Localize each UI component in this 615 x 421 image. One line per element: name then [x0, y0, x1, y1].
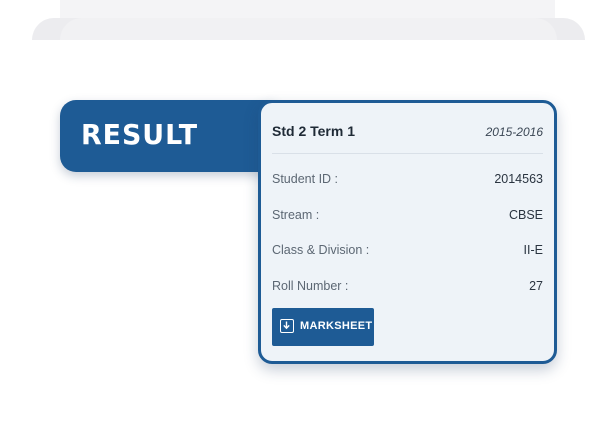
- row-label: Student ID :: [272, 172, 339, 186]
- row-value: CBSE: [508, 208, 543, 222]
- card-header: Std 2 Term 1 2015-2016: [272, 117, 543, 154]
- info-row-roll-number: Roll Number : 27: [272, 279, 543, 299]
- marksheet-button-label: MARKSHEET: [300, 320, 373, 332]
- marksheet-download-button[interactable]: MARKSHEET: [272, 308, 374, 346]
- row-label: Roll Number :: [272, 279, 349, 293]
- info-row-class-division: Class & Division : II-E: [272, 243, 543, 263]
- row-value: II-E: [523, 243, 543, 257]
- download-icon: [280, 319, 294, 333]
- card-title: Std 2 Term 1: [272, 123, 355, 139]
- result-tab: RESULT: [60, 100, 275, 172]
- result-widget: RESULT Std 2 Term 1 2015-2016 Student ID…: [0, 0, 615, 421]
- row-value: 27: [529, 279, 543, 293]
- academic-year: 2015-2016: [485, 125, 543, 139]
- info-row-student-id: Student ID : 2014563: [272, 172, 543, 192]
- info-row-stream: Stream : CBSE: [272, 208, 543, 228]
- row-value: 2014563: [494, 172, 543, 186]
- placeholder-shape-front: [32, 18, 585, 40]
- row-label: Stream :: [272, 208, 320, 222]
- row-label: Class & Division :: [272, 243, 370, 257]
- result-tab-label: RESULT: [81, 118, 199, 151]
- result-card: Std 2 Term 1 2015-2016 Student ID : 2014…: [258, 100, 557, 364]
